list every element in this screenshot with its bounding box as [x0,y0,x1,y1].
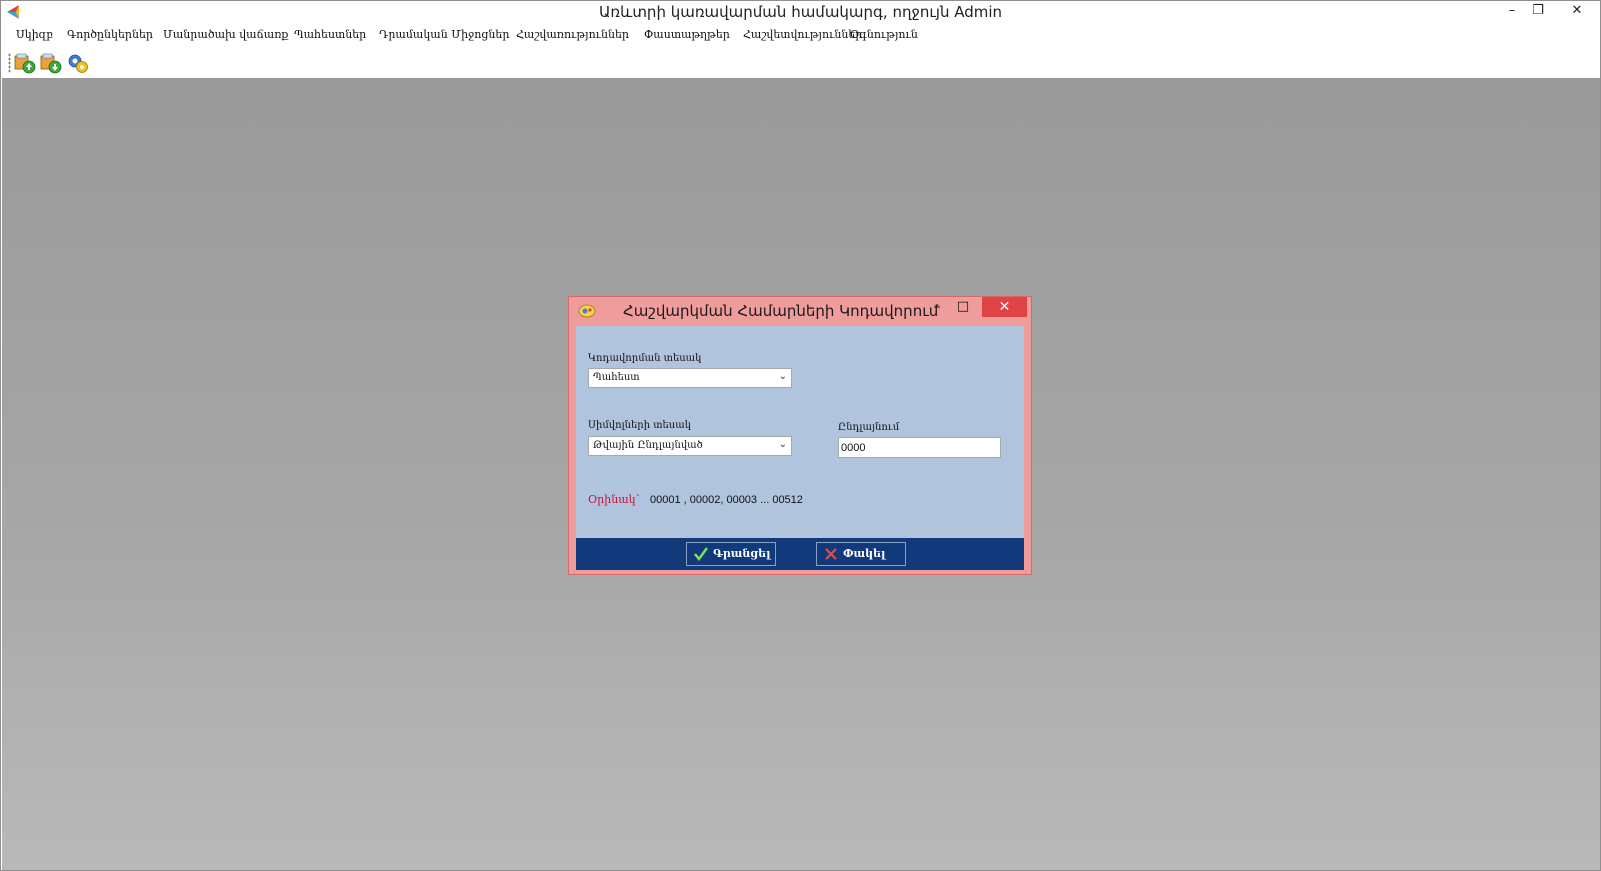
menu-item-partners[interactable]: Գործընկերներ [67,28,153,41]
settings-icon[interactable] [66,52,90,74]
menu-item-documents[interactable]: Փաստաթղթեր [644,28,730,41]
dialog-minimize-button[interactable]: – [927,299,947,319]
dialog-title-bar[interactable]: Հաշվարկման Համարների Կոդավորում – □ ✕ [569,297,1031,325]
close-x-icon [825,548,837,560]
coding-type-select[interactable]: Պահեստ ⌄ [588,368,792,388]
toolbar [1,47,1600,78]
title-bar: Առևտրի կառավարման համակարգ, ողջույն Admi… [1,1,1600,24]
numbering-dialog: Հաշվարկման Համարների Կոդավորում – □ ✕ Կո… [568,296,1032,575]
menu-item-cash[interactable]: Դրամական Միջոցներ [379,28,509,41]
cancel-button[interactable]: Փակել [816,542,906,566]
window-title: Առևտրի կառավարման համակարգ, ողջույն Admi… [598,3,1003,21]
cancel-button-label: Փակել [843,547,886,560]
example-label: Օրինակ՝ [588,493,640,506]
main-window: Առևտրի կառավարման համակարգ, ողջույն Admi… [0,0,1601,871]
dialog-maximize-button[interactable]: □ [953,299,973,319]
symbol-type-value: Թվային Ընդլայնված [593,440,703,451]
upload-icon[interactable] [13,52,37,74]
chevron-down-icon: ⌄ [778,439,787,450]
menu-item-accounting[interactable]: Հաշվառություններ [516,28,629,41]
menu-item-help[interactable]: Օգնություն [850,28,918,41]
checkmark-icon [694,547,708,561]
extension-input[interactable] [838,437,1001,458]
coding-type-label: Կոդավորման տեսակ [588,353,702,364]
save-button[interactable]: Գրանցել [686,542,776,566]
dialog-footer: Գրանցել Փակել [576,538,1024,570]
dialog-title: Հաշվարկման Համարների Կոդավորում [623,302,939,320]
chevron-down-icon: ⌄ [778,371,787,382]
close-button[interactable]: ✕ [1553,1,1601,23]
extension-label: Ընդլայնում [838,422,900,433]
menu-item-warehouses[interactable]: Պահեստներ [294,28,366,41]
symbol-type-select[interactable]: Թվային Ընդլայնված ⌄ [588,436,792,456]
symbol-type-label: Սիմվոլների տեսակ [588,420,691,431]
restore-button[interactable]: ❐ [1523,1,1553,23]
download-icon[interactable] [39,52,63,74]
dialog-close-button[interactable]: ✕ [982,297,1027,317]
menu-item-retail[interactable]: Մանրածախ վաճառք [163,28,288,41]
menu-bar: Սկիզբ Գործընկերներ Մանրածախ վաճառք Պահես… [1,24,1600,47]
coding-type-value: Պահեստ [593,372,640,383]
example-value: 00001 , 00002, 00003 ... 00512 [650,494,803,506]
menu-item-start[interactable]: Սկիզբ [16,28,53,41]
save-button-label: Գրանցել [713,547,771,560]
dialog-body: Կոդավորման տեսակ Պահեստ ⌄ Սիմվոլների տես… [576,326,1024,538]
menu-item-reports[interactable]: Հաշվետվություններ [743,28,862,41]
toolbar-grip[interactable] [8,53,11,73]
dialog-app-icon [578,304,596,318]
